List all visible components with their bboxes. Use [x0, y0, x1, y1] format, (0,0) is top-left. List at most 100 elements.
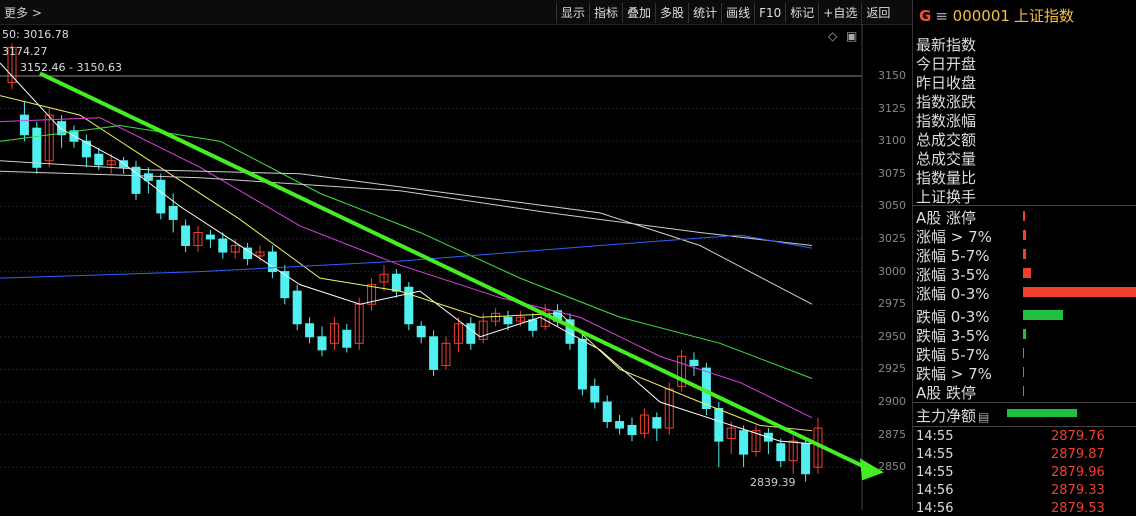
quote-field-label: 指数量比: [916, 169, 977, 187]
candle-body: [615, 421, 625, 429]
y-tick-label: 3050: [878, 199, 906, 213]
candle-body: [429, 336, 439, 370]
breadth-bar: [1023, 268, 1031, 278]
ma-value-label: 50: 3016.78: [2, 28, 69, 41]
candle-body: [776, 443, 786, 462]
candle-body: [342, 329, 352, 348]
list-icon[interactable]: ▤: [978, 410, 989, 424]
candle-body: [739, 430, 749, 455]
tool-8-button[interactable]: +自选: [818, 3, 861, 23]
candle-body: [292, 290, 302, 325]
y-tick-label: 3150: [878, 69, 906, 82]
exchange-icon: G: [919, 7, 932, 25]
breadth-label: A股 跌停: [916, 384, 977, 402]
candle-body: [577, 338, 587, 390]
y-tick-label: 3000: [878, 264, 906, 278]
candle-body: [317, 336, 327, 351]
candle-body: [205, 234, 215, 240]
tool-7-button[interactable]: 标记: [785, 3, 818, 23]
candle-body: [181, 225, 191, 247]
more-button[interactable]: 更多 >: [4, 4, 42, 21]
y-tick-label: 2900: [878, 395, 906, 408]
breadth-label: 跌幅 3-5%: [916, 327, 990, 345]
tool-3-button[interactable]: 多股: [655, 3, 688, 23]
quote-field-label: 指数涨跌: [916, 93, 977, 111]
candle-body: [280, 271, 290, 299]
breadth-bar: [1023, 287, 1136, 297]
chart-canvas: [0, 24, 884, 510]
tool-4-button[interactable]: 统计: [688, 3, 721, 23]
y-tick-label: 2875: [878, 427, 906, 441]
candle-body: [714, 408, 724, 442]
candle-body: [466, 323, 476, 344]
toolbar-buttons: 显示 指标 叠加 多股 统计 画线 F10 标记 +自选 返回: [556, 3, 894, 23]
breadth-label: 涨幅 3-5%: [916, 266, 990, 284]
menu-icon[interactable]: ≡: [935, 7, 948, 25]
breadth-bar: [1023, 367, 1024, 377]
tool-5-button[interactable]: 画线: [721, 3, 754, 23]
quote-field-label: 最新指数: [916, 36, 977, 54]
diamond-icon[interactable]: ◇: [828, 29, 837, 43]
candle-body: [602, 401, 612, 423]
tick-value: 2879.96: [1051, 465, 1105, 480]
trend-arrow-line: [39, 71, 869, 471]
candle-body: [94, 153, 104, 166]
candle-body: [156, 179, 166, 214]
tool-0-button[interactable]: 显示: [556, 3, 589, 23]
candle-body: [391, 273, 401, 292]
tool-6-button[interactable]: F10: [754, 3, 785, 23]
candle-body: [801, 443, 811, 475]
tick-value: 2879.87: [1051, 447, 1105, 462]
y-tick-label: 3025: [878, 232, 906, 245]
range-label: 3152.46 - 3150.63: [20, 61, 122, 74]
window-icon[interactable]: ▣: [846, 29, 857, 43]
candle-body: [19, 114, 29, 136]
breadth-label: 跌幅 > 7%: [916, 365, 992, 383]
breadth-label: A股 涨停: [916, 209, 977, 227]
tick-value: 2879.53: [1051, 501, 1105, 516]
candle-body: [416, 325, 426, 338]
tool-9-button[interactable]: 返回: [861, 3, 894, 23]
y-tick-label: 3075: [878, 166, 906, 180]
quote-field-label: 今日开盘: [916, 55, 977, 73]
y-tick-label: 2975: [878, 297, 906, 311]
breadth-label: 涨幅 0-3%: [916, 285, 990, 303]
quote-panel: G ≡ 000001 上证指数 最新指数 今日开盘 昨日收盘 指数涨跌 指数涨幅 总成交额 总成…: [912, 0, 1136, 516]
candle-body: [168, 205, 178, 220]
breadth-bar: [1023, 310, 1063, 320]
tick-value: 2879.33: [1051, 483, 1105, 498]
quote-field-label: 总成交量: [916, 150, 977, 168]
candle-body: [218, 238, 228, 253]
y-tick-label: 3125: [878, 101, 906, 115]
stock-name: 上证指数: [1013, 7, 1074, 25]
tool-2-button[interactable]: 叠加: [622, 3, 655, 23]
tick-time: 14:56: [916, 483, 954, 498]
candle-body: [627, 424, 637, 436]
tick-value: 2879.76: [1051, 429, 1105, 444]
breadth-label: 跌幅 5-7%: [916, 346, 990, 364]
quote-field-label: 上证换手: [916, 188, 977, 206]
quote-field-label: 总成交额: [916, 131, 977, 149]
ma60-line: [0, 160, 813, 305]
y-tick-label: 2925: [878, 362, 906, 376]
candle-body: [590, 385, 600, 403]
candle-body: [305, 323, 315, 338]
breadth-bar: [1023, 386, 1024, 396]
breadth-bar: [1023, 329, 1026, 339]
breadth-bar: [1023, 211, 1025, 221]
quote-field-label: 昨日收盘: [916, 74, 977, 92]
candle-body: [143, 173, 153, 181]
candlestick-chart[interactable]: 50: 3016.78 3174.27 3152.46 - 3150.63 28…: [0, 24, 912, 510]
tick-time: 14:55: [916, 447, 954, 462]
ma10-line: [0, 95, 813, 432]
y-tick-label: 2950: [878, 329, 906, 343]
breadth-bar: [1023, 348, 1024, 358]
tick-time: 14:55: [916, 429, 954, 444]
tick-time: 14:56: [916, 501, 954, 516]
tool-1-button[interactable]: 指标: [589, 3, 622, 23]
ma5-line: [0, 62, 813, 445]
candle-body: [689, 359, 699, 366]
breadth-bar: [1023, 230, 1026, 240]
net-flow-label: 主力净额 ▤: [916, 407, 990, 425]
breadth-label: 涨幅 5-7%: [916, 247, 990, 265]
